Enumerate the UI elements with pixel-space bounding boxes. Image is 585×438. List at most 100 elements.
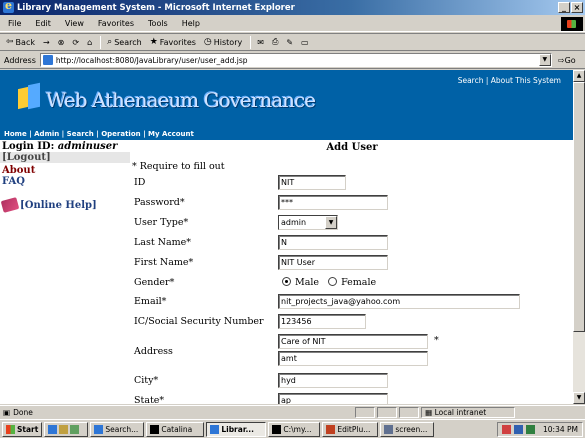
task-label: screen... xyxy=(395,424,428,434)
stop-icon[interactable]: ⊗ xyxy=(58,38,65,47)
scroll-up-icon[interactable]: ▲ xyxy=(573,70,585,82)
minimize-button[interactable]: _ xyxy=(558,2,570,13)
task-label: EditPlu... xyxy=(337,424,371,434)
quick-launch[interactable] xyxy=(44,421,89,437)
id-label: ID xyxy=(134,177,146,188)
history-button[interactable]: ◷ History xyxy=(204,37,242,47)
go-button[interactable]: ⇨Go xyxy=(558,56,576,65)
search-icon: ⌕ xyxy=(107,37,113,47)
close-button[interactable]: × xyxy=(571,2,583,13)
edit-icon[interactable]: ✎ xyxy=(286,38,293,47)
task-search[interactable]: Search... xyxy=(90,421,145,437)
firstname-input[interactable]: NIT User xyxy=(278,255,388,270)
form-title: Add User xyxy=(326,142,378,153)
favorites-button[interactable]: ★ Favorites xyxy=(150,37,196,47)
status-text: Done xyxy=(13,407,33,417)
lastname-input[interactable]: N xyxy=(278,235,388,250)
forward-button[interactable]: → xyxy=(43,38,50,47)
start-button[interactable]: Start xyxy=(2,421,43,437)
menu-tools[interactable]: Tools xyxy=(148,19,168,28)
city-label: City* xyxy=(134,375,159,386)
top-links[interactable]: Search | About This System xyxy=(458,76,561,85)
task-icon xyxy=(94,424,104,434)
status-cell xyxy=(355,406,376,418)
sidebar: Login ID: adminuser [Logout] About FAQ [… xyxy=(0,141,130,404)
address-line2-input[interactable]: amt xyxy=(278,351,428,366)
start-windows-icon xyxy=(6,424,15,434)
address-label: Address xyxy=(4,55,36,65)
ic-label: IC/Social Security Number xyxy=(134,316,264,327)
task-screen[interactable]: screen... xyxy=(380,421,435,437)
main-nav[interactable]: Home | Admin | Search | Operation | My A… xyxy=(0,128,573,140)
tray-icon[interactable] xyxy=(514,425,523,434)
menu-view[interactable]: View xyxy=(65,19,84,28)
mail-icon[interactable]: ✉ xyxy=(257,38,264,47)
back-button[interactable]: ⇦ Back xyxy=(6,37,35,47)
city-input[interactable]: hyd xyxy=(278,373,388,388)
gender-female-radio[interactable] xyxy=(328,277,338,286)
go-label: Go xyxy=(564,55,576,65)
help-book-icon xyxy=(0,197,20,213)
usertype-dropdown-icon[interactable]: ▼ xyxy=(325,216,337,229)
tray-icon[interactable] xyxy=(502,425,511,434)
site-banner: Web Athenaeum Governance Search | About … xyxy=(0,70,573,128)
refresh-icon[interactable]: ⟳ xyxy=(72,38,79,47)
task-label: Catalina xyxy=(161,424,193,434)
page-icon xyxy=(42,55,53,65)
gender-male-label: Male xyxy=(295,277,320,288)
task-editplus[interactable]: EditPlu... xyxy=(322,421,379,437)
state-input[interactable]: ap xyxy=(278,393,388,404)
ie-icon xyxy=(3,0,14,13)
address-url: http://localhost:8080/JavaLibrary/user/u… xyxy=(55,55,248,65)
menu-edit[interactable]: Edit xyxy=(35,19,51,28)
usertype-select[interactable]: admin ▼ xyxy=(278,215,338,230)
address-line1-input[interactable]: Care of NIT xyxy=(278,334,428,349)
history-icon: ◷ xyxy=(203,37,212,47)
task-library[interactable]: Librar... xyxy=(206,421,267,437)
state-label: State* xyxy=(134,395,165,404)
task-cmd[interactable]: C:\my... xyxy=(268,421,321,437)
firstname-label: First Name* xyxy=(134,257,194,268)
go-arrow-icon: ⇨ xyxy=(557,55,565,65)
about-link[interactable]: About xyxy=(0,165,130,176)
address-input[interactable]: http://localhost:8080/JavaLibrary/user/u… xyxy=(39,53,552,67)
page-viewport: Web Athenaeum Governance Search | About … xyxy=(0,70,573,404)
id-input[interactable]: NIT xyxy=(278,175,346,190)
scroll-down-icon[interactable]: ▼ xyxy=(573,392,585,404)
home-icon[interactable]: ⌂ xyxy=(87,38,92,47)
scroll-thumb[interactable] xyxy=(573,82,585,332)
quick-launch-icon xyxy=(59,424,69,434)
email-input[interactable]: nit_projects_java@yahoo.com xyxy=(278,294,520,309)
discuss-icon[interactable]: ▭ xyxy=(301,38,309,47)
status-page-icon: ▣ xyxy=(3,407,11,417)
login-label: Login ID: xyxy=(2,141,58,152)
taskbar: Start Search... Catalina Librar... C:\my… xyxy=(0,419,585,438)
search-button[interactable]: ⌕ Search xyxy=(107,37,142,47)
vertical-scrollbar[interactable]: ▲ ▼ xyxy=(573,70,585,404)
status-bar: ▣ Done ▦ Local intranet xyxy=(0,405,585,418)
password-input[interactable]: *** xyxy=(278,195,388,210)
task-catalina[interactable]: Catalina xyxy=(146,421,205,437)
window-title-bar: Library Management System - Microsoft In… xyxy=(0,0,585,15)
address-dropdown-icon[interactable]: ▼ xyxy=(538,54,551,66)
print-icon[interactable]: ⎙ xyxy=(272,37,278,47)
quick-launch-icon xyxy=(48,424,58,434)
menu-help[interactable]: Help xyxy=(182,19,200,28)
tray-icon[interactable] xyxy=(526,425,535,434)
gender-options: Male Female xyxy=(282,277,376,288)
ic-input[interactable]: 123456 xyxy=(278,314,366,329)
back-arrow-icon: ⇦ xyxy=(6,37,14,47)
online-help-link[interactable]: [Online Help] xyxy=(0,197,130,213)
favorites-label: Favorites xyxy=(159,37,196,47)
login-user: adminuser xyxy=(57,141,118,152)
start-label: Start xyxy=(17,424,39,434)
history-label: History xyxy=(213,37,243,47)
menu-favorites[interactable]: Favorites xyxy=(98,19,134,28)
gender-male-radio[interactable] xyxy=(282,277,291,286)
login-id: Login ID: adminuser xyxy=(0,141,130,152)
faq-link[interactable]: FAQ xyxy=(0,176,130,187)
window-title: Library Management System - Microsoft In… xyxy=(17,2,295,13)
menu-file[interactable]: File xyxy=(8,19,21,28)
gender-female-label: Female xyxy=(341,277,377,288)
logout-link[interactable]: [Logout] xyxy=(0,152,130,163)
